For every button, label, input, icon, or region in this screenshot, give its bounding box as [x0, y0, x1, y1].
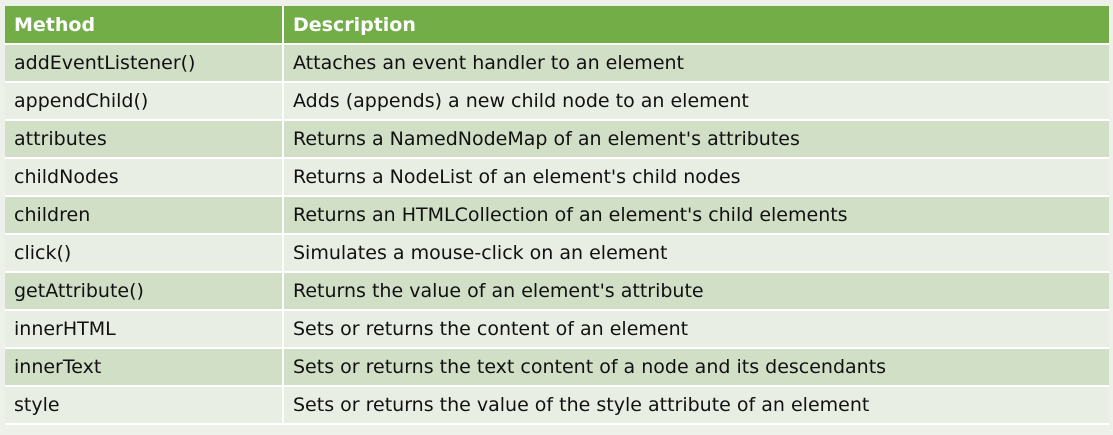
- table-header-row: Method Description: [5, 6, 1109, 45]
- description-cell: Returns a NamedNodeMap of an element's a…: [283, 120, 1109, 159]
- description-cell: Adds (appends) a new child node to an el…: [283, 82, 1109, 121]
- methods-table-container: Method Description addEventListener() At…: [5, 6, 1109, 425]
- method-cell: innerText: [5, 348, 284, 387]
- table-row: attributes Returns a NamedNodeMap of an …: [5, 120, 1109, 159]
- description-cell: Returns a NodeList of an element's child…: [283, 158, 1109, 197]
- method-cell: getAttribute(): [5, 272, 284, 311]
- description-cell: Returns an HTMLCollection of an element'…: [283, 196, 1109, 235]
- method-cell: style: [5, 386, 284, 425]
- table-row: innerHTML Sets or returns the content of…: [5, 310, 1109, 349]
- table-row: children Returns an HTMLCollection of an…: [5, 196, 1109, 235]
- method-cell: children: [5, 196, 284, 235]
- method-cell: addEventListener(): [5, 44, 284, 83]
- header-method: Method: [5, 6, 284, 45]
- method-cell: childNodes: [5, 158, 284, 197]
- method-cell: appendChild(): [5, 82, 284, 121]
- method-cell: attributes: [5, 120, 284, 159]
- table-row: addEventListener() Attaches an event han…: [5, 44, 1109, 83]
- header-description: Description: [283, 6, 1109, 45]
- description-cell: Sets or returns the content of an elemen…: [283, 310, 1109, 349]
- description-cell: Sets or returns the text content of a no…: [283, 348, 1109, 387]
- table-row: innerText Sets or returns the text conte…: [5, 348, 1109, 387]
- description-cell: Attaches an event handler to an element: [283, 44, 1109, 83]
- description-cell: Returns the value of an element's attrib…: [283, 272, 1109, 311]
- table-row: childNodes Returns a NodeList of an elem…: [5, 158, 1109, 197]
- table-row: style Sets or returns the value of the s…: [5, 386, 1109, 425]
- method-cell: click(): [5, 234, 284, 273]
- table-row: getAttribute() Returns the value of an e…: [5, 272, 1109, 311]
- methods-table: Method Description addEventListener() At…: [5, 6, 1109, 425]
- method-cell: innerHTML: [5, 310, 284, 349]
- description-cell: Simulates a mouse-click on an element: [283, 234, 1109, 273]
- description-cell: Sets or returns the value of the style a…: [283, 386, 1109, 425]
- table-row: click() Simulates a mouse-click on an el…: [5, 234, 1109, 273]
- table-row: appendChild() Adds (appends) a new child…: [5, 82, 1109, 121]
